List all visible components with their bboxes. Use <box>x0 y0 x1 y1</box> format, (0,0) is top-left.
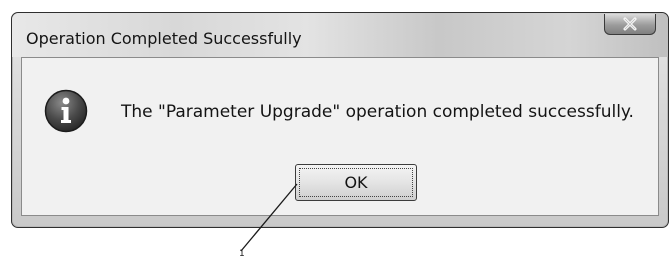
callout-number: 1 <box>239 249 245 259</box>
dialog-message: The "Parameter Upgrade" operation comple… <box>121 102 634 122</box>
ok-button-label: OK <box>299 168 413 197</box>
information-icon <box>44 89 88 133</box>
dialog-content: The "Parameter Upgrade" operation comple… <box>21 57 659 216</box>
message-dialog: Operation Completed Successfully The "Pa… <box>11 12 669 228</box>
close-button[interactable] <box>604 14 656 35</box>
close-icon <box>623 17 637 31</box>
dialog-title: Operation Completed Successfully <box>26 29 302 48</box>
ok-button[interactable]: OK <box>295 164 417 201</box>
dialog-titlebar[interactable]: Operation Completed Successfully <box>12 13 668 57</box>
screenshot-page: Operation Completed Successfully The "Pa… <box>0 0 671 261</box>
